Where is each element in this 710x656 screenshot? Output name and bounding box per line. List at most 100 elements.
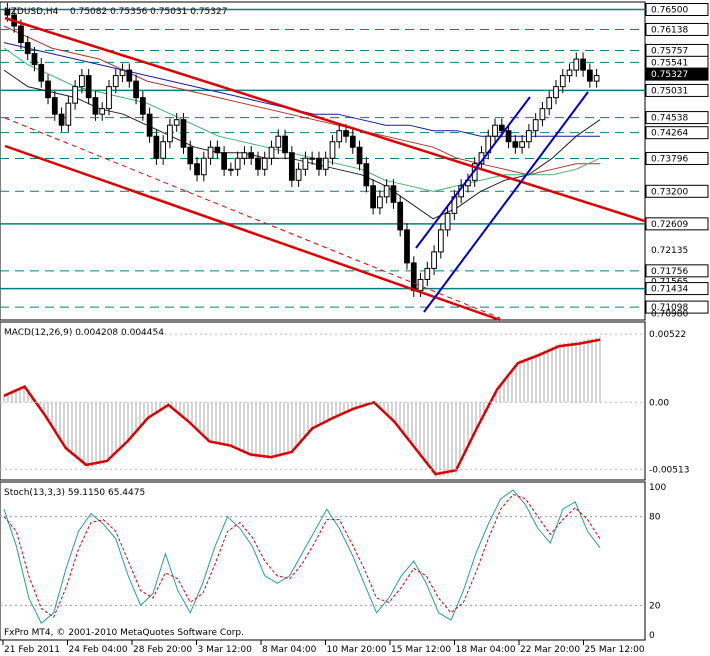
candle-body (65, 102, 72, 126)
candle-body (322, 157, 329, 170)
candle-body (167, 124, 173, 143)
candle-body (268, 146, 275, 159)
candle-body (363, 163, 370, 187)
candle-body (255, 157, 261, 170)
time-axis-label: 28 Feb 20:00 (133, 645, 192, 655)
stochastic-axis-label: 0 (649, 631, 655, 641)
candle-body (424, 267, 431, 280)
candle-body (410, 262, 417, 291)
candle-body (45, 80, 51, 99)
candle-body (153, 135, 160, 159)
price-axis-label: 0.72609 (651, 220, 688, 230)
price-axis-label: 0.72135 (651, 246, 688, 256)
candle-body (72, 86, 78, 104)
time-axis-label: 21 Feb 2011 (4, 645, 60, 655)
price-axis-label: 0.75541 (651, 58, 688, 68)
stochastic-title: Stoch(13,3,3) 59.1150 65.4475 (4, 488, 145, 498)
candle-body (512, 141, 519, 148)
copyright-text: FxPro MT4, © 2001-2010 MetaQuotes Softwa… (4, 628, 244, 638)
candle-body (580, 58, 586, 71)
candle-body (173, 119, 180, 126)
candle-body (126, 69, 133, 82)
candle-body (119, 69, 126, 77)
candle-body (546, 97, 553, 110)
time-axis-label: 10 Mar 20:00 (327, 645, 387, 655)
candle-body (228, 168, 234, 171)
candle-body (295, 168, 302, 181)
candle-body (566, 69, 573, 77)
price-axis-label: 0.70980 (651, 310, 688, 320)
candle-body (383, 185, 390, 198)
price-axis-label: 0.75327 (651, 70, 688, 80)
time-axis-label: 25 Mar 12:00 (585, 645, 645, 655)
candle-body (526, 130, 532, 143)
time-axis-label: 8 Mar 04:00 (262, 645, 317, 655)
candle-body (133, 80, 139, 99)
candle-body (431, 251, 437, 269)
candle-body (18, 25, 24, 44)
candle-body (214, 146, 221, 154)
candle-body (275, 135, 282, 148)
candle-body (553, 86, 559, 99)
macd-axis-label: -0.00513 (649, 465, 689, 475)
price-axis-label: 0.74264 (651, 129, 688, 139)
candle-body (31, 53, 38, 66)
candle-body (356, 146, 363, 165)
candle-body (85, 75, 92, 99)
time-axis-label: 24 Feb 04:00 (69, 645, 128, 655)
candle-body (349, 135, 356, 148)
candle-body (377, 196, 383, 209)
candle-body (112, 75, 119, 88)
price-axis-label: 0.75757 (651, 46, 688, 56)
candle-body (539, 108, 546, 121)
candle-body (207, 146, 214, 159)
candle-body (417, 278, 424, 291)
candle-body (248, 152, 255, 159)
candle-body (404, 229, 410, 264)
time-axis-label: 3 Mar 12:00 (198, 645, 253, 655)
price-axis-label: 0.74538 (651, 114, 688, 124)
candle-body (58, 113, 65, 126)
candle-body (92, 97, 99, 115)
candle-body (309, 157, 316, 160)
candle-body (261, 157, 268, 170)
price-axis-label: 0.73796 (651, 154, 688, 164)
candle-body (288, 152, 295, 181)
candle-body (573, 58, 580, 71)
candle-body (336, 130, 343, 143)
candle-body (139, 97, 146, 115)
price-axis-label: 0.75031 (651, 86, 688, 96)
candle-body (180, 119, 187, 148)
price-axis-label: 0.73200 (651, 187, 688, 197)
candle-body (99, 108, 106, 115)
candle-body (397, 201, 404, 231)
candle-body (316, 157, 322, 170)
candle-body (437, 229, 444, 253)
candle-body (586, 69, 593, 82)
candle-body (79, 75, 85, 88)
candle-body (559, 75, 566, 88)
time-axis-label: 18 Mar 04:00 (456, 645, 516, 655)
price-axis-label: 0.76138 (651, 25, 688, 35)
candle-body (194, 163, 200, 176)
candle-body (51, 97, 58, 115)
candle-body (343, 130, 349, 137)
candle-body (282, 135, 288, 154)
candle-body (200, 157, 207, 176)
candle-body (505, 130, 512, 143)
candle-body (370, 185, 376, 209)
ohlc-readout: 0.75082 0.75356 0.75031 0.75327 (70, 7, 227, 17)
candle-body (187, 146, 194, 165)
price-axis-label: 0.71434 (651, 285, 688, 295)
stochastic-axis-label: 80 (649, 513, 661, 523)
stochastic-axis-label: 20 (649, 601, 661, 611)
candle-body (444, 212, 451, 231)
price-axis-label: 0.76500 (651, 6, 688, 16)
macd-axis-label: 0.00522 (649, 330, 686, 340)
candle-body (519, 141, 525, 148)
candle-body (532, 119, 539, 132)
candle-body (593, 75, 600, 82)
candle-body (390, 185, 397, 203)
candle-body (492, 124, 498, 137)
candle-body (234, 157, 241, 170)
